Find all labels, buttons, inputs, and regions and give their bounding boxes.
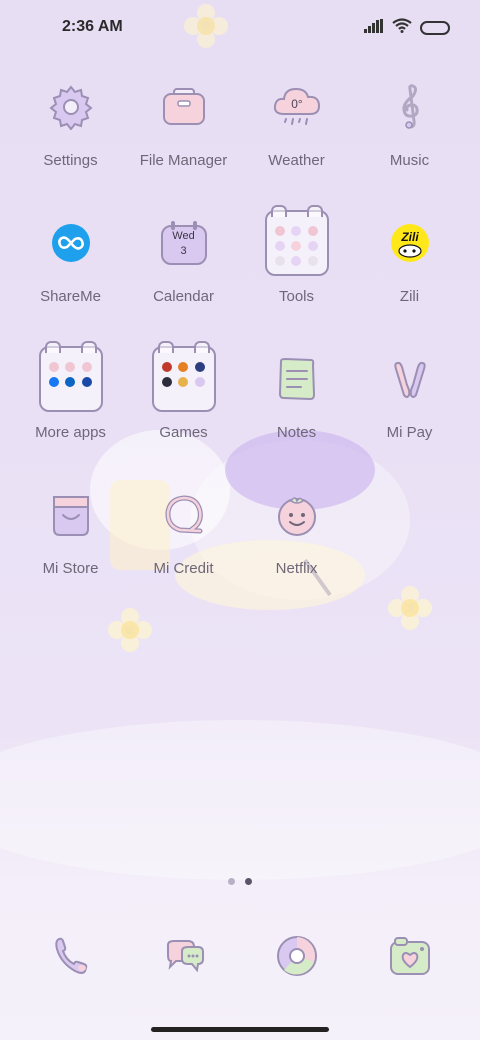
- smiley-face-icon: [262, 480, 332, 550]
- chat-bubbles-icon: [156, 928, 212, 984]
- app-label: File Manager: [139, 152, 228, 169]
- notepad-icon: [262, 344, 332, 414]
- camera-icon: [382, 928, 438, 984]
- app-label: Notes: [276, 424, 317, 441]
- svg-text:Zili: Zili: [400, 230, 419, 244]
- app-notes[interactable]: Notes: [240, 344, 353, 480]
- app-mi-pay[interactable]: Mi Pay: [353, 344, 466, 480]
- app-label: Calendar: [153, 288, 214, 305]
- app-label: Mi Store: [42, 560, 99, 577]
- page-dot[interactable]: [228, 878, 235, 885]
- calendar-icon: Wed 3: [149, 208, 219, 278]
- folder-icon: [262, 205, 332, 278]
- weather-temp: 0°: [291, 97, 303, 111]
- app-mi-credit[interactable]: Mi Credit: [127, 480, 240, 616]
- app-calendar[interactable]: Wed 3 Calendar: [127, 208, 240, 344]
- store-bag-icon: [36, 480, 106, 550]
- app-weather[interactable]: 0° Weather: [240, 72, 353, 208]
- infinity-icon: [36, 208, 106, 278]
- folder-icon: [36, 341, 106, 414]
- app-mi-store[interactable]: Mi Store: [14, 480, 127, 616]
- app-label: Games: [159, 424, 208, 441]
- dock-camera[interactable]: [353, 928, 466, 984]
- dock-browser[interactable]: [240, 928, 353, 984]
- folder-more-apps[interactable]: More apps: [14, 341, 127, 480]
- home-gesture-bar[interactable]: [151, 1027, 329, 1032]
- treble-clef-icon: [375, 72, 445, 142]
- dock-phone[interactable]: [14, 928, 127, 984]
- folder-box-icon: [149, 72, 219, 142]
- app-settings[interactable]: Settings: [14, 72, 127, 208]
- app-netflix[interactable]: Netflix: [240, 480, 353, 616]
- folder-icon: [149, 341, 219, 414]
- signal-icon: [364, 18, 384, 38]
- page-indicator[interactable]: [0, 878, 480, 885]
- app-label: Mi Pay: [386, 424, 433, 441]
- calendar-day: Wed: [172, 230, 195, 242]
- app-label: Mi Credit: [153, 560, 214, 577]
- app-label: Settings: [43, 152, 98, 169]
- page-dot-active[interactable]: [245, 878, 252, 885]
- browser-icon: [269, 928, 325, 984]
- battery-icon: [420, 21, 450, 35]
- app-zili[interactable]: Zili Zili: [353, 208, 466, 344]
- app-label: More apps: [35, 424, 106, 441]
- app-shareme[interactable]: ShareMe: [14, 208, 127, 344]
- phone-icon: [43, 928, 99, 984]
- app-label: Weather: [268, 152, 325, 169]
- ring-icon: [149, 480, 219, 550]
- calendar-date: 3: [180, 245, 187, 257]
- wifi-icon: [392, 18, 412, 38]
- app-label: Music: [389, 152, 430, 169]
- bunny-ears-icon: [375, 344, 445, 414]
- app-grid: Settings File Manager 0° Weather Music S…: [14, 72, 466, 616]
- app-label: ShareMe: [40, 288, 101, 305]
- app-label: Netflix: [275, 560, 318, 577]
- cloud-icon: 0°: [262, 72, 332, 142]
- clock: 2:36 AM: [62, 18, 123, 35]
- gear-icon: [36, 72, 106, 142]
- folder-tools[interactable]: Tools: [240, 205, 353, 344]
- zili-icon: Zili: [375, 208, 445, 278]
- app-label: Tools: [278, 288, 315, 305]
- app-music[interactable]: Music: [353, 72, 466, 208]
- app-label: Zili: [399, 288, 420, 305]
- folder-games[interactable]: Games: [127, 341, 240, 480]
- dock: [14, 928, 466, 984]
- dock-messages[interactable]: [127, 928, 240, 984]
- status-bar: 2:36 AM: [0, 0, 480, 56]
- app-file-manager[interactable]: File Manager: [127, 72, 240, 208]
